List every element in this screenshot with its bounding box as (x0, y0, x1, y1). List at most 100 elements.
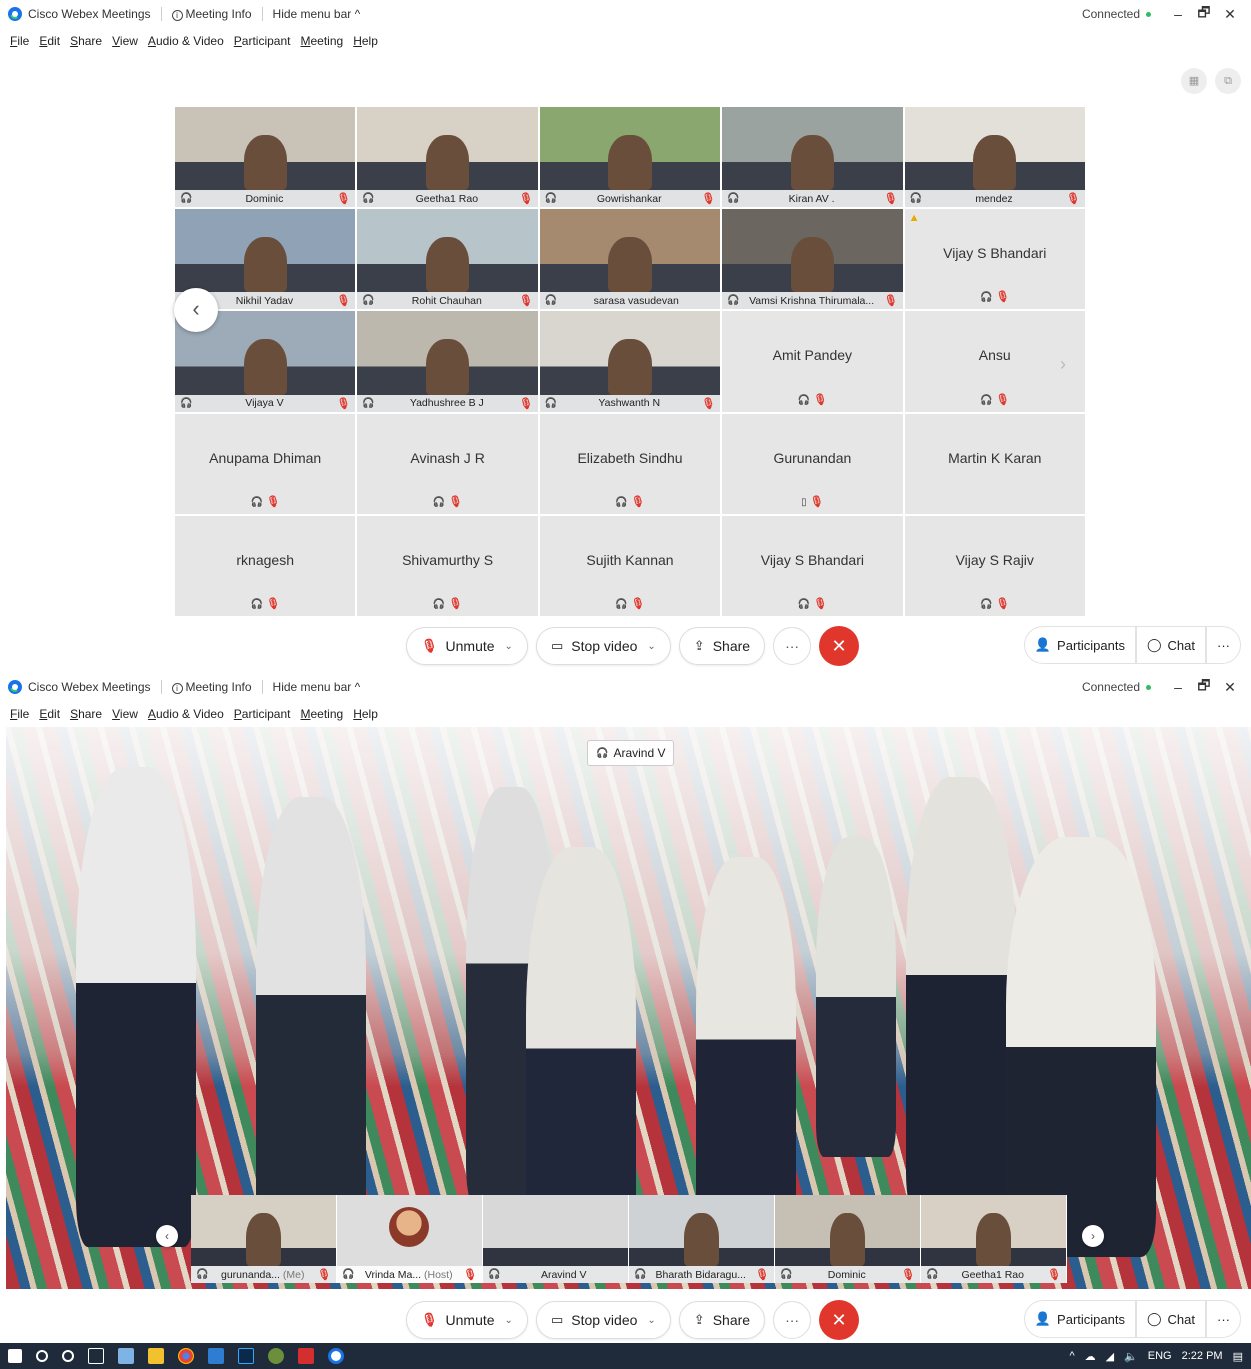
panel-more-button[interactable]: ··· (1206, 626, 1241, 664)
participant-audio-tile[interactable]: Anupama Dhiman 🎧 🎙 (174, 412, 357, 515)
participant-audio-tile[interactable]: Sujith Kannan 🎧 🎙 (538, 514, 722, 617)
close-button[interactable]: ✕ (1217, 679, 1243, 696)
thumbnail-participant[interactable]: 🎧 Geetha1 Rao 🎙 (921, 1195, 1067, 1283)
photoshop-icon[interactable] (238, 1348, 254, 1364)
participant-video-tile[interactable]: 🎧 Rohit Chauhan 🎙 (356, 208, 539, 311)
menu-view[interactable]: View (112, 34, 138, 48)
share-button[interactable]: ⇪ Share (678, 627, 766, 665)
menu-edit[interactable]: Edit (39, 34, 60, 48)
participant-video-tile[interactable]: 🎧 Vamsi Krishna Thirumala... 🎙 (721, 208, 904, 311)
leave-meeting-button[interactable]: ✕ (819, 1300, 860, 1340)
participant-audio-tile[interactable]: Amit Pandey 🎧 🎙 (721, 310, 904, 413)
notepad-icon[interactable] (118, 1348, 134, 1364)
grid-prev-page-button[interactable]: ‹ (174, 288, 218, 332)
participant-video-tile[interactable]: 🎧 sarasa vasudevan (538, 208, 722, 311)
chevron-down-icon[interactable]: ⌄ (647, 641, 655, 652)
app-icon[interactable] (268, 1348, 284, 1364)
menu-share[interactable]: Share (70, 34, 102, 48)
notifications-icon[interactable]: ▤ (1233, 1350, 1243, 1363)
chat-button[interactable]: ◯ Chat (1135, 626, 1206, 664)
participant-audio-tile[interactable]: Vijay S Bhandari 🎧 🎙 (721, 514, 904, 617)
chat-button[interactable]: ◯ Chat (1135, 1300, 1206, 1338)
menu-meeting[interactable]: Meeting (301, 707, 344, 721)
participant-audio-tile[interactable]: Vijay S Rajiv 🎧 🎙 (903, 514, 1086, 617)
volume-icon[interactable]: 🔈 (1124, 1350, 1138, 1363)
grid-layout-icon[interactable]: ▦ (1181, 68, 1207, 94)
clock[interactable]: 2:22 PM (1182, 1350, 1223, 1362)
minimize-button[interactable]: – (1165, 6, 1191, 22)
more-options-button[interactable]: ··· (773, 627, 812, 665)
menu-edit[interactable]: Edit (39, 707, 60, 721)
popout-icon[interactable]: ⧉ (1215, 68, 1241, 94)
webex-taskbar-icon[interactable] (328, 1348, 344, 1364)
task-view-icon[interactable] (88, 1348, 104, 1364)
leave-meeting-button[interactable]: ✕ (819, 626, 860, 666)
participant-video-tile[interactable]: 🎧 Gowrishankar 🎙 (538, 106, 722, 209)
restore-button[interactable]: 🗗 (1191, 2, 1217, 26)
participant-audio-tile[interactable]: Ansu 🎧 🎙 (903, 310, 1086, 413)
menu-audio-video[interactable]: Audio & Video (148, 34, 224, 48)
participant-video-tile[interactable]: 🎧 mendez 🎙 (903, 106, 1086, 209)
chevron-down-icon[interactable]: ⌄ (505, 641, 513, 652)
menu-meeting[interactable]: Meeting (301, 34, 344, 48)
acrobat-icon[interactable] (298, 1348, 314, 1364)
thumbnail-participant[interactable]: 🎧 Dominic 🎙 (775, 1195, 921, 1283)
onedrive-icon[interactable]: ☁ (1085, 1350, 1096, 1363)
stop-video-button[interactable]: ▭ Stop video ⌄ (535, 627, 671, 665)
restore-button[interactable]: 🗗 (1191, 675, 1217, 699)
menu-help[interactable]: Help (353, 34, 378, 48)
tray-chevron-icon[interactable]: ^ (1069, 1350, 1074, 1362)
menu-file[interactable]: File (10, 34, 29, 48)
search-icon[interactable] (36, 1350, 48, 1362)
menu-file[interactable]: File (10, 707, 29, 721)
language-indicator[interactable]: ENG (1148, 1350, 1172, 1362)
network-icon[interactable]: ◢ (1106, 1350, 1114, 1363)
hide-menu-bar-button[interactable]: Hide menu bar ^ (273, 7, 361, 21)
unmute-button[interactable]: 🎙 Unmute ⌄ (406, 627, 528, 665)
windows-start-icon[interactable] (8, 1349, 22, 1363)
hide-menu-bar-button[interactable]: Hide menu bar ^ (273, 680, 361, 694)
participant-audio-tile[interactable]: Martin K Karan (903, 412, 1086, 515)
thumbnail-participant[interactable]: 🎧 Bharath Bidaragu... 🎙 (629, 1195, 775, 1283)
strip-prev-button[interactable]: ‹ (156, 1225, 178, 1247)
meeting-info-button[interactable]: i Meeting Info (171, 7, 252, 21)
menu-participant[interactable]: Participant (234, 34, 291, 48)
participant-audio-tile[interactable]: Shivamurthy S 🎧 🎙 (356, 514, 539, 617)
chevron-down-icon[interactable]: ⌄ (505, 1315, 513, 1326)
menu-audio-video[interactable]: Audio & Video (148, 707, 224, 721)
close-button[interactable]: ✕ (1217, 6, 1243, 23)
thumbnail-participant[interactable]: 🎧 Aravind V (483, 1195, 629, 1283)
participants-button[interactable]: 👤 Participants (1023, 626, 1136, 664)
menu-share[interactable]: Share (70, 707, 102, 721)
menu-view[interactable]: View (112, 707, 138, 721)
minimize-button[interactable]: – (1165, 679, 1191, 695)
share-button[interactable]: ⇪ Share (678, 1301, 766, 1339)
participants-button[interactable]: 👤 Participants (1023, 1300, 1136, 1338)
menu-participant[interactable]: Participant (234, 707, 291, 721)
meeting-info-button[interactable]: i Meeting Info (171, 680, 252, 694)
file-explorer-icon[interactable] (148, 1348, 164, 1364)
participant-video-tile[interactable]: 🎧 Dominic 🎙 (174, 106, 357, 209)
participant-audio-tile[interactable]: Gurunandan ▯ 🎙 (721, 412, 904, 515)
participant-audio-tile[interactable]: rknagesh 🎧 🎙 (174, 514, 357, 617)
cortana-icon[interactable] (62, 1350, 74, 1362)
chrome-icon[interactable] (178, 1348, 194, 1364)
thumbnail-participant[interactable]: 🎧 Vrinda Ma... (Host) 🎙 (337, 1195, 483, 1283)
chevron-down-icon[interactable]: ⌄ (647, 1315, 655, 1326)
participant-audio-tile[interactable]: ▲ Vijay S Bhandari 🎧 🎙 (903, 208, 1086, 311)
participant-video-tile[interactable]: 🎧 Geetha1 Rao 🎙 (356, 106, 539, 209)
unmute-button[interactable]: 🎙 Unmute ⌄ (406, 1301, 528, 1339)
participant-audio-tile[interactable]: Elizabeth Sindhu 🎧 🎙 (538, 412, 722, 515)
participant-video-tile[interactable]: 🎧 Yadhushree B J 🎙 (356, 310, 539, 413)
menu-help[interactable]: Help (353, 707, 378, 721)
panel-more-button[interactable]: ··· (1206, 1300, 1241, 1338)
stop-video-button[interactable]: ▭ Stop video ⌄ (535, 1301, 671, 1339)
grid-next-page-button[interactable]: › (1060, 354, 1066, 375)
more-options-button[interactable]: ··· (773, 1301, 812, 1339)
store-icon[interactable] (208, 1348, 224, 1364)
participant-video-tile[interactable]: 🎧 Yashwanth N 🎙 (538, 310, 722, 413)
strip-next-button[interactable]: › (1082, 1225, 1104, 1247)
participant-video-tile[interactable]: 🎧 Kiran AV . 🎙 (721, 106, 904, 209)
participant-audio-tile[interactable]: Avinash J R 🎧 🎙 (356, 412, 539, 515)
thumbnail-participant[interactable]: 🎧 gurunanda... (Me) 🎙 (191, 1195, 337, 1283)
